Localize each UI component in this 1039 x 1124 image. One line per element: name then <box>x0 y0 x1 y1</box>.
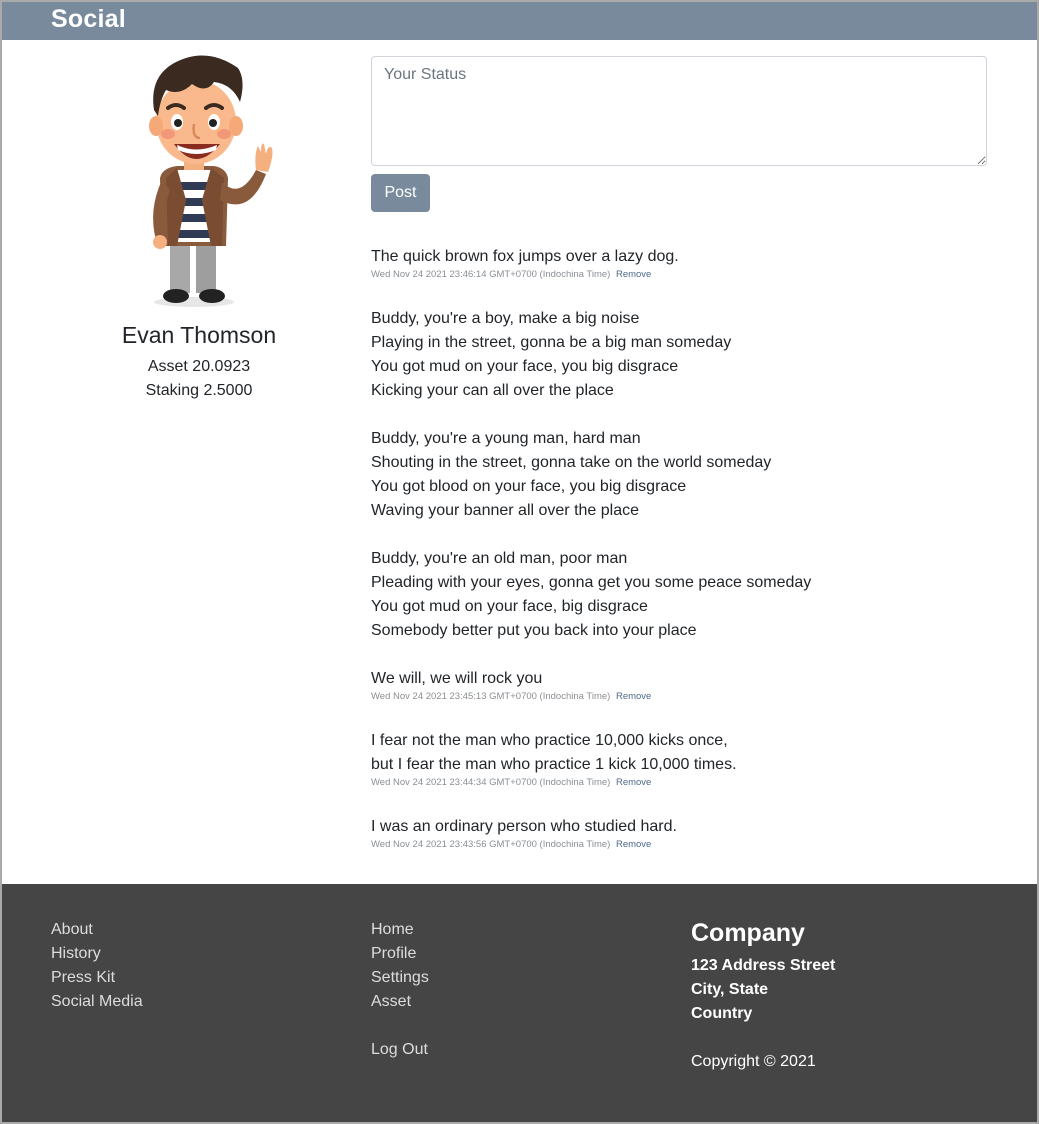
remove-post-link[interactable]: Remove <box>616 269 651 280</box>
remove-post-link[interactable]: Remove <box>616 839 651 850</box>
profile-staking: Staking 2.5000 <box>145 382 253 399</box>
navbar: Social <box>2 2 1037 40</box>
post-item: I was an ordinary person who studied har… <box>371 815 1011 851</box>
post-text: The quick brown fox jumps over a lazy do… <box>371 248 679 265</box>
remove-post-link[interactable]: Remove <box>616 777 651 788</box>
post-timestamp: Wed Nov 24 2021 23:44:34 GMT+0700 (Indoc… <box>371 777 611 788</box>
copyright-text: Copyright © 2021 <box>691 1053 816 1070</box>
footer-company-info: Company 123 Address Street City, State C… <box>691 918 835 1074</box>
post-text: I fear not the man who practice 10,000 k… <box>371 732 737 773</box>
post-timestamp: Wed Nov 24 2021 23:46:14 GMT+0700 (Indoc… <box>371 269 611 280</box>
post-timestamp: Wed Nov 24 2021 23:43:56 GMT+0700 (Indoc… <box>371 839 611 850</box>
company-country: Country <box>691 1005 753 1022</box>
post-meta: Wed Nov 24 2021 23:44:34 GMT+0700 (Indoc… <box>371 777 1011 789</box>
status-input[interactable] <box>371 56 987 166</box>
company-address-line1: 123 Address Street <box>691 957 836 974</box>
footer-link-history[interactable]: History <box>51 942 143 966</box>
post-button[interactable]: Post <box>371 174 430 212</box>
remove-post-link[interactable]: Remove <box>616 691 651 702</box>
footer-link-about[interactable]: About <box>51 918 143 942</box>
post-text: Buddy, you're a boy, make a big noise Pl… <box>371 310 812 687</box>
footer-link-asset[interactable]: Asset <box>371 990 429 1014</box>
company-title: Company <box>691 919 805 947</box>
post-text: I was an ordinary person who studied har… <box>371 818 677 835</box>
footer-link-settings[interactable]: Settings <box>371 966 429 990</box>
footer-link-social-media[interactable]: Social Media <box>51 990 143 1014</box>
post-item: Buddy, you're a boy, make a big noise Pl… <box>371 307 1011 703</box>
company-address-line2: City, State <box>691 981 769 998</box>
footer-link-home[interactable]: Home <box>371 918 429 942</box>
profile-asset: Asset 20.0923 <box>147 358 251 375</box>
logout-link[interactable]: Log Out <box>371 1038 429 1062</box>
post-meta: Wed Nov 24 2021 23:43:56 GMT+0700 (Indoc… <box>371 839 1011 851</box>
footer-links-company: About History Press Kit Social Media <box>51 918 143 1014</box>
post-meta: Wed Nov 24 2021 23:45:13 GMT+0700 (Indoc… <box>371 691 1011 703</box>
profile-name: Evan Thomson <box>121 322 277 348</box>
footer-link-profile[interactable]: Profile <box>371 942 429 966</box>
post-meta: Wed Nov 24 2021 23:46:14 GMT+0700 (Indoc… <box>371 269 1011 281</box>
post-item: I fear not the man who practice 10,000 k… <box>371 729 1011 789</box>
profile-avatar <box>149 55 273 307</box>
post-timestamp: Wed Nov 24 2021 23:45:13 GMT+0700 (Indoc… <box>371 691 611 702</box>
footer: About History Press Kit Social Media Hom… <box>2 884 1037 1122</box>
brand-logo[interactable]: Social <box>51 5 126 34</box>
post-item: The quick brown fox jumps over a lazy do… <box>371 245 1011 281</box>
footer-links-nav: Home Profile Settings Asset Log Out <box>371 918 429 1062</box>
footer-link-press-kit[interactable]: Press Kit <box>51 966 143 990</box>
